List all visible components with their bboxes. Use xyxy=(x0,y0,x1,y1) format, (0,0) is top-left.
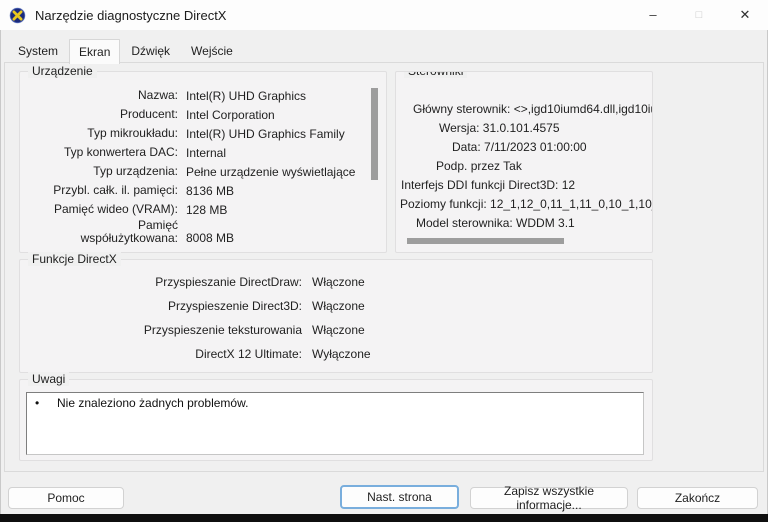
device-row: Pamięć wideo (VRAM): 128 MB xyxy=(20,200,386,219)
save-all-information-button[interactable]: Zapisz wszystkie informacje... xyxy=(470,484,628,512)
close-button[interactable]: ✕ xyxy=(722,0,768,30)
field-value: 8008 MB xyxy=(186,231,235,245)
device-groupbox: Urządzenie Nazwa: Intel(R) UHD Graphics … xyxy=(19,64,387,253)
field-label: Typ urządzenia: xyxy=(93,164,178,178)
feature-row: DirectX 12 Ultimate: Wyłączone xyxy=(20,342,652,366)
field-value: Wyłączone xyxy=(312,347,371,361)
field-value: Pełne urządzenie wyświetlające xyxy=(186,164,356,179)
note-text: Nie znaleziono żadnych problemów. xyxy=(57,396,249,410)
field-label: Przybl. całk. il. pamięci: xyxy=(53,183,178,197)
driver-row: Interfejs DDI funkcji Direct3D: 12 xyxy=(401,178,576,192)
field-label: Przyspieszanie DirectDraw: xyxy=(155,275,302,289)
notes-textbox[interactable]: • Nie znaleziono żadnych problemów. xyxy=(26,392,644,455)
titlebar: Narzędzie diagnostyczne DirectX – □ ✕ xyxy=(0,0,768,30)
next-page-button[interactable]: Nast. strona xyxy=(340,485,459,509)
screen-edge-strip xyxy=(0,514,768,522)
feature-row: Przyspieszenie Direct3D: Włączone xyxy=(20,294,652,318)
bullet-icon: • xyxy=(35,396,40,410)
dxdiag-window: Narzędzie diagnostyczne DirectX – □ ✕ Sy… xyxy=(0,0,768,522)
driver-row: Podp. przez Tak xyxy=(436,159,522,173)
field-label: Pamięć wideo (VRAM): xyxy=(53,202,178,216)
features-rows: Przyspieszanie DirectDraw: Włączone Przy… xyxy=(20,260,652,366)
close-icon: ✕ xyxy=(739,7,751,22)
field-label: Pamięć współużytkowana: xyxy=(80,218,178,245)
driver-row: Główny sterownik: <>,igd10iumd64.dll,igd… xyxy=(413,102,652,116)
field-label: Typ konwertera DAC: xyxy=(63,145,178,159)
field-value: Włączone xyxy=(312,323,365,337)
feature-row: Przyspieszanie DirectDraw: Włączone xyxy=(20,270,652,294)
notes-groupbox: Uwagi • Nie znaleziono żadnych problemów… xyxy=(19,372,653,461)
device-row: Pamięć współużytkowana: 8008 MB xyxy=(20,219,386,247)
minimize-icon: – xyxy=(649,6,657,22)
window-title: Narzędzie diagnostyczne DirectX xyxy=(35,7,227,23)
directx-features-groupbox: Funkcje DirectX Przyspieszanie DirectDra… xyxy=(19,252,653,373)
field-label: DirectX 12 Ultimate: xyxy=(195,347,302,361)
minimize-button[interactable]: – xyxy=(630,0,676,30)
field-label: Producent: xyxy=(119,107,178,121)
maximize-icon: □ xyxy=(695,9,703,21)
tab-system[interactable]: System xyxy=(8,39,68,63)
field-label: Przyspieszenie Direct3D: xyxy=(167,299,302,313)
maximize-button[interactable]: □ xyxy=(676,0,722,30)
device-row: Nazwa: Intel(R) UHD Graphics xyxy=(20,86,386,105)
field-value: Intel(R) UHD Graphics Family xyxy=(186,126,345,141)
field-value: 8136 MB xyxy=(186,183,235,198)
field-value: Włączone xyxy=(312,275,365,289)
tab-ekran[interactable]: Ekran xyxy=(69,39,121,64)
drivers-group-title: Sterowniki xyxy=(404,72,468,78)
field-value: Włączone xyxy=(312,299,365,313)
field-value: Intel(R) UHD Graphics xyxy=(186,88,307,103)
device-row: Typ mikroukładu: Intel(R) UHD Graphics F… xyxy=(20,124,386,143)
device-row: Producent: Intel Corporation xyxy=(20,105,386,124)
drivers-horizontal-scrollbar[interactable] xyxy=(407,238,564,244)
device-group-title: Urządzenie xyxy=(28,64,97,78)
notes-group-title: Uwagi xyxy=(28,372,70,386)
driver-row: Wersja: 31.0.101.4575 xyxy=(439,121,560,135)
drivers-rows: Główny sterownik: <>,igd10iumd64.dll,igd… xyxy=(396,72,652,233)
drivers-groupbox: Sterowniki Główny sterownik: <>,igd10ium… xyxy=(395,71,653,253)
exit-button[interactable]: Zakończ xyxy=(637,487,758,509)
device-row: Przybl. całk. il. pamięci: 8136 MB xyxy=(20,181,386,200)
tab-dzwiek[interactable]: Dźwięk xyxy=(121,39,180,63)
directx-app-icon xyxy=(9,6,26,24)
field-value: 128 MB xyxy=(186,202,228,217)
caption-buttons: – □ ✕ xyxy=(630,0,768,30)
field-label: Typ mikroukładu: xyxy=(87,126,178,140)
field-value: Internal xyxy=(186,145,227,160)
device-row: Typ urządzenia: Pełne urządzenie wyświet… xyxy=(20,162,386,181)
tab-page-ekran: Urządzenie Nazwa: Intel(R) UHD Graphics … xyxy=(4,62,764,472)
tab-wejscie[interactable]: Wejście xyxy=(181,39,243,63)
driver-row: Data: 7/11/2023 01:00:00 xyxy=(452,140,587,154)
device-vertical-scrollbar[interactable] xyxy=(371,88,378,180)
note-item: • Nie znaleziono żadnych problemów. xyxy=(27,393,643,410)
tab-strip: System Ekran Dźwięk Wejście xyxy=(8,39,243,64)
driver-row: Model sterownika: WDDM 3.1 xyxy=(416,216,575,230)
feature-row: Przyspieszenie teksturowania Włączone xyxy=(20,318,652,342)
field-label: Przyspieszenie teksturowania xyxy=(143,323,302,337)
field-label: Nazwa: xyxy=(137,88,178,102)
driver-row: Poziomy funkcji: 12_1,12_0,11_1,11_0,10_… xyxy=(400,197,652,211)
features-group-title: Funkcje DirectX xyxy=(28,252,121,266)
device-rows: Nazwa: Intel(R) UHD Graphics Producent: … xyxy=(20,72,386,247)
field-value: Intel Corporation xyxy=(186,107,275,122)
device-row: Typ konwertera DAC: Internal xyxy=(20,143,386,162)
help-button[interactable]: Pomoc xyxy=(8,487,124,509)
